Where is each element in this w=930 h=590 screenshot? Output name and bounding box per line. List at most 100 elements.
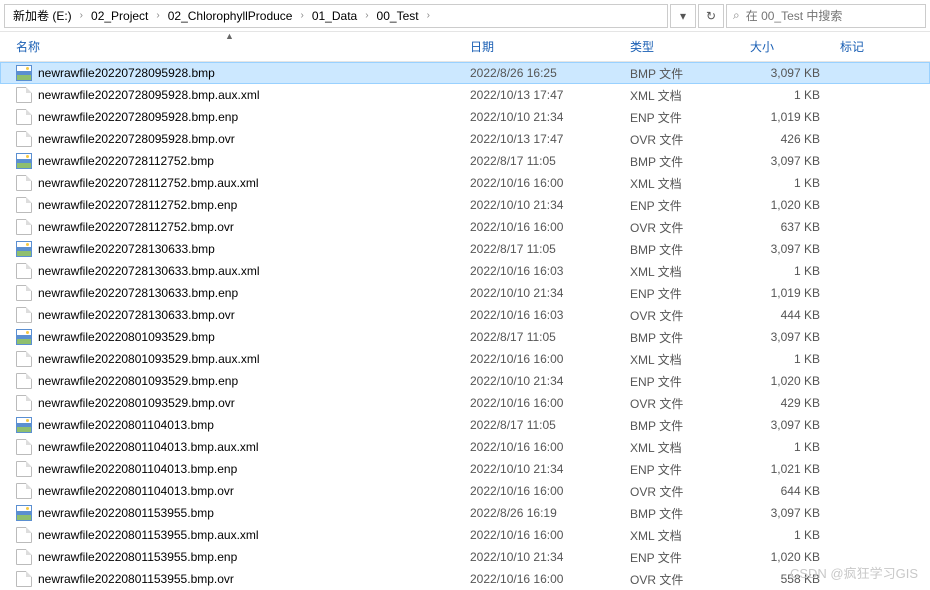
- file-row[interactable]: newrawfile20220728095928.bmp 2022/8/26 16…: [0, 62, 930, 84]
- file-name-cell: newrawfile20220728112752.bmp.enp: [0, 197, 460, 213]
- file-date-cell: 2022/10/16 16:00: [460, 484, 620, 498]
- file-name-cell: newrawfile20220728112752.bmp.aux.xml: [0, 175, 460, 191]
- file-type-cell: ENP 文件: [620, 549, 740, 566]
- file-row[interactable]: newrawfile20220801093529.bmp.enp2022/10/…: [0, 370, 930, 392]
- file-row[interactable]: newrawfile20220728112752.bmp.enp2022/10/…: [0, 194, 930, 216]
- file-size-cell: 1 KB: [740, 528, 830, 542]
- file-type-cell: ENP 文件: [620, 461, 740, 478]
- file-row[interactable]: newrawfile20220728130633.bmp.ovr2022/10/…: [0, 304, 930, 326]
- breadcrumb[interactable]: 新加卷 (E:)›02_Project›02_ChlorophyllProduc…: [4, 4, 668, 28]
- file-date-cell: 2022/10/16 16:03: [460, 264, 620, 278]
- breadcrumb-item[interactable]: 01_Data: [308, 7, 361, 25]
- file-date-cell: 2022/8/17 11:05: [460, 418, 620, 432]
- generic-file-icon: [16, 373, 32, 389]
- breadcrumb-item[interactable]: 02_ChlorophyllProduce: [164, 7, 297, 25]
- file-row[interactable]: newrawfile20220728130633.bmp2022/8/17 11…: [0, 238, 930, 260]
- chevron-down-icon: ▾: [680, 9, 686, 23]
- file-size-cell: 644 KB: [740, 484, 830, 498]
- history-dropdown-button[interactable]: ▾: [670, 4, 696, 28]
- file-name-label: newrawfile20220728130633.bmp.ovr: [38, 308, 235, 322]
- file-list: newrawfile20220728095928.bmp 2022/8/26 16…: [0, 62, 930, 590]
- file-date-cell: 2022/10/13 17:47: [460, 88, 620, 102]
- chevron-right-icon: ›: [154, 10, 161, 21]
- column-header-name[interactable]: ▲ 名称: [0, 32, 460, 61]
- file-row[interactable]: newrawfile20220801104013.bmp 2022/8/17 11…: [0, 414, 930, 436]
- generic-file-icon: [16, 307, 32, 323]
- chevron-right-icon: ›: [78, 10, 85, 21]
- file-date-cell: 2022/8/26 16:25: [460, 66, 620, 80]
- file-date-cell: 2022/10/10 21:34: [460, 462, 620, 476]
- generic-file-icon: [16, 263, 32, 279]
- file-name-label: newrawfile20220728130633.bmp: [38, 242, 215, 256]
- file-name-label: newrawfile20220728112752.bmp: [38, 154, 214, 168]
- generic-file-icon: [16, 109, 32, 125]
- file-name-label: newrawfile20220728095928.bmp: [38, 66, 215, 80]
- file-name-cell: newrawfile20220801153955.bmp.aux.xml: [0, 527, 460, 543]
- file-name-label: newrawfile20220728112752.bmp.enp: [38, 198, 237, 212]
- generic-file-icon: [16, 285, 32, 301]
- file-type-cell: BMP 文件: [620, 505, 740, 522]
- file-size-cell: 3,097 KB: [740, 66, 830, 80]
- file-name-label: newrawfile20220801093529.bmp.aux.xml: [38, 352, 259, 366]
- file-type-cell: XML 文档: [620, 439, 740, 456]
- breadcrumb-item[interactable]: 02_Project: [87, 7, 152, 25]
- file-type-cell: OVR 文件: [620, 571, 740, 588]
- file-row[interactable]: newrawfile20220801093529.bmp.ovr2022/10/…: [0, 392, 930, 414]
- file-type-cell: ENP 文件: [620, 373, 740, 390]
- image-file-icon: [16, 65, 32, 81]
- file-name-label: newrawfile20220728130633.bmp.enp: [38, 286, 238, 300]
- file-row[interactable]: newrawfile20220728112752.bmp 2022/8/17 11…: [0, 150, 930, 172]
- file-row[interactable]: newrawfile20220728095928.bmp.aux.xml2022…: [0, 84, 930, 106]
- search-box[interactable]: ⌕: [726, 4, 926, 28]
- generic-file-icon: [16, 461, 32, 477]
- refresh-button[interactable]: ↻: [698, 4, 724, 28]
- file-row[interactable]: newrawfile20220801093529.bmp2022/8/17 11…: [0, 326, 930, 348]
- file-name-label: newrawfile20220728095928.bmp.ovr: [38, 132, 235, 146]
- file-name-cell: newrawfile20220728095928.bmp: [0, 65, 460, 81]
- file-type-cell: XML 文档: [620, 175, 740, 192]
- breadcrumb-item[interactable]: 新加卷 (E:): [9, 5, 76, 26]
- column-header-date[interactable]: 日期: [460, 32, 620, 61]
- file-size-cell: 1 KB: [740, 352, 830, 366]
- file-date-cell: 2022/10/16 16:00: [460, 572, 620, 586]
- column-header-row: ▲ 名称 日期 类型 大小 标记: [0, 32, 930, 62]
- file-name-label: newrawfile20220728095928.bmp.enp: [38, 110, 238, 124]
- file-row[interactable]: newrawfile20220801104013.bmp.ovr2022/10/…: [0, 480, 930, 502]
- file-name-label: newrawfile20220801104013.bmp: [38, 418, 214, 432]
- file-row[interactable]: newrawfile20220801153955.bmp.enp2022/10/…: [0, 546, 930, 568]
- file-row[interactable]: newrawfile20220801153955.bmp.ovr 2022/10/…: [0, 568, 930, 590]
- file-date-cell: 2022/10/16 16:00: [460, 352, 620, 366]
- file-name-label: newrawfile20220801153955.bmp.ovr: [38, 572, 234, 586]
- file-name-cell: newrawfile20220801153955.bmp: [0, 505, 460, 521]
- file-name-cell: newrawfile20220728095928.bmp.aux.xml: [0, 87, 460, 103]
- column-header-tag[interactable]: 标记: [830, 32, 930, 61]
- file-row[interactable]: newrawfile20220801104013.bmp.aux.xml2022…: [0, 436, 930, 458]
- file-size-cell: 3,097 KB: [740, 154, 830, 168]
- file-row[interactable]: newrawfile20220801153955.bmp2022/8/26 16…: [0, 502, 930, 524]
- breadcrumb-item[interactable]: 00_Test: [373, 7, 423, 25]
- column-header-size[interactable]: 大小: [740, 32, 830, 61]
- column-header-type[interactable]: 类型: [620, 32, 740, 61]
- file-row[interactable]: newrawfile20220728130633.bmp.aux.xml2022…: [0, 260, 930, 282]
- file-row[interactable]: newrawfile20220728112752.bmp.aux.xml2022…: [0, 172, 930, 194]
- file-date-cell: 2022/10/10 21:34: [460, 286, 620, 300]
- file-date-cell: 2022/8/17 11:05: [460, 154, 620, 168]
- column-header-date-label: 日期: [470, 38, 494, 55]
- file-row[interactable]: newrawfile20220728130633.bmp.enp 2022/10/…: [0, 282, 930, 304]
- file-size-cell: 1,019 KB: [740, 286, 830, 300]
- chevron-right-icon: ›: [363, 10, 370, 21]
- file-row[interactable]: newrawfile20220801104013.bmp.enp2022/10/…: [0, 458, 930, 480]
- generic-file-icon: [16, 219, 32, 235]
- file-name-cell: newrawfile20220728112752.bmp.ovr: [0, 219, 460, 235]
- search-input[interactable]: [746, 9, 919, 23]
- address-toolbar: 新加卷 (E:)›02_Project›02_ChlorophyllProduc…: [0, 0, 930, 32]
- file-row[interactable]: newrawfile20220728112752.bmp.ovr2022/10/…: [0, 216, 930, 238]
- generic-file-icon: [16, 527, 32, 543]
- file-row[interactable]: newrawfile20220801093529.bmp.aux.xml 2022…: [0, 348, 930, 370]
- file-row[interactable]: newrawfile20220728095928.bmp.enp2022/10/…: [0, 106, 930, 128]
- file-row[interactable]: newrawfile20220801153955.bmp.aux.xml2022…: [0, 524, 930, 546]
- file-size-cell: 1,020 KB: [740, 198, 830, 212]
- file-row[interactable]: newrawfile20220728095928.bmp.ovr2022/10/…: [0, 128, 930, 150]
- column-header-name-label: 名称: [16, 38, 40, 55]
- file-size-cell: 3,097 KB: [740, 242, 830, 256]
